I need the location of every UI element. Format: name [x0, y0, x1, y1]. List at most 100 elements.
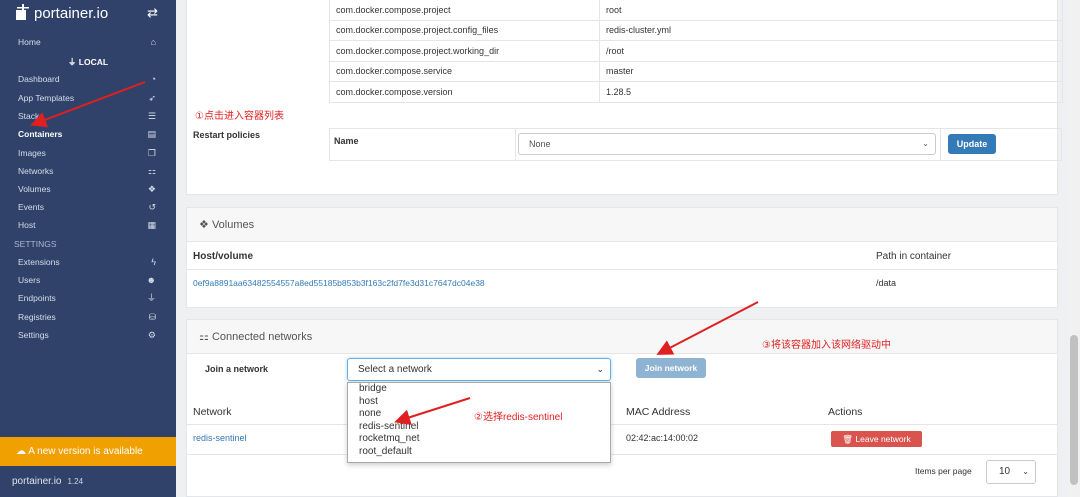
restart-policy-form: Name None ⌄ Update: [329, 128, 1062, 161]
column-header-actions: Actions: [828, 406, 863, 418]
table-row: com.docker.compose.project.working_dir/r…: [329, 40, 1063, 62]
restart-policy-select[interactable]: None ⌄: [518, 133, 936, 155]
chevron-down-icon: ⌄: [596, 364, 604, 374]
portainer-logo-icon: [16, 4, 29, 20]
portainer-logo[interactable]: portainer.io: [14, 2, 108, 22]
label-value: redis-cluster.yml: [599, 19, 1063, 41]
sidebar-item-host[interactable]: Host ▦: [0, 216, 176, 234]
network-select-value: Select a network: [358, 364, 432, 375]
logo-text: portainer.io: [34, 5, 109, 22]
sidebar-item-users[interactable]: Users ☻: [0, 271, 176, 289]
sidebar-item-label: Stacks: [18, 111, 44, 121]
column-header-mac: MAC Address: [626, 406, 691, 418]
leave-network-button[interactable]: 🗑 Leave network: [831, 431, 922, 447]
annotation-step2: ②选择redis-sentinel: [474, 412, 563, 423]
update-button[interactable]: Update: [948, 134, 996, 154]
networks-title: Connected networks: [211, 331, 313, 343]
sidebar-item-dashboard[interactable]: Dashboard ◔: [0, 70, 176, 88]
network-option[interactable]: root_default: [348, 446, 610, 459]
sidebar-item-app-templates[interactable]: App Templates ➶: [0, 89, 176, 107]
table-row: com.docker.compose.service master: [329, 60, 1063, 82]
column-header-host-volume: Host/volume: [193, 251, 254, 262]
volumes-panel: ❖ Volumes Host/volume Path in container …: [186, 207, 1058, 308]
divider: [187, 424, 1057, 425]
sidebar-item-extensions[interactable]: Extensions ϟ: [0, 253, 176, 271]
label-key: com.docker.compose.version: [329, 81, 600, 103]
sidebar-item-containers[interactable]: Containers ▤: [0, 125, 176, 143]
label-key: com.docker.compose.service: [329, 60, 600, 82]
tachometer-icon: ◔: [150, 74, 156, 84]
volumes-header: ❖ Volumes: [187, 208, 1057, 242]
sidebar-item-registries[interactable]: Registries ⛁: [0, 308, 176, 326]
restart-policies-label: Restart policies: [193, 130, 261, 140]
update-banner[interactable]: ☁ A new version is available: [0, 437, 176, 466]
sidebar-item-home[interactable]: Home ⌂: [0, 33, 176, 51]
sidebar-item-label: Settings: [18, 330, 49, 340]
chevron-down-icon: ⌄: [922, 139, 929, 148]
sidebar-item-events[interactable]: Events ↺: [0, 198, 176, 216]
sidebar-item-volumes[interactable]: Volumes ❖: [0, 180, 176, 198]
divider: [187, 454, 1057, 455]
sidebar-item-stacks[interactable]: Stacks ☰: [0, 107, 176, 125]
sidebar-footer: portainer.io 1.24: [12, 468, 83, 489]
clone-icon: ❐: [147, 148, 156, 158]
divider: [515, 129, 516, 160]
items-per-page-select[interactable]: 10 ⌄: [986, 460, 1036, 484]
network-select[interactable]: Select a network ⌄: [347, 358, 611, 381]
history-icon: ↺: [148, 202, 156, 212]
sidebar-item-networks[interactable]: Networks ⚏: [0, 162, 176, 180]
sidebar: portainer.io ⇄ Home ⌂ ⏚ LOCAL Dashboard …: [0, 0, 176, 497]
sitemap-icon: ⚏: [199, 331, 209, 343]
sidebar-item-images[interactable]: Images ❐: [0, 144, 176, 162]
label-value: 1.28.5: [599, 81, 1063, 103]
sidebar-item-label: Endpoints: [18, 293, 56, 303]
exchange-icon[interactable]: ⇄: [147, 5, 158, 21]
labels-table: com.docker.compose.project root com.docke…: [329, 0, 1063, 103]
network-option[interactable]: host: [348, 396, 610, 409]
update-banner-text: A new version is available: [28, 446, 143, 457]
annotation-step1: ①点击进入容器列表: [195, 111, 284, 122]
network-link[interactable]: redis-sentinel: [193, 433, 247, 443]
sidebar-item-label: Extensions: [18, 257, 60, 267]
endpoint-name: LOCAL: [78, 57, 109, 67]
mac-address: 02:42:ac:14:00:02: [626, 433, 699, 443]
sitemap-icon: ⚏: [147, 166, 156, 176]
users-icon: ☻: [146, 275, 156, 285]
list-icon: ☰: [147, 111, 156, 121]
chevron-down-icon: ⌄: [1022, 467, 1029, 476]
sidebar-item-label: Networks: [18, 166, 54, 176]
network-option[interactable]: rocketmq_net: [348, 433, 610, 446]
scrollbar[interactable]: [1068, 0, 1080, 497]
label-key: com.docker.compose.project.working_dir: [329, 40, 600, 62]
leave-network-label: Leave network: [855, 434, 911, 444]
plug-icon: ⏚: [146, 293, 156, 303]
join-network-button[interactable]: Join network: [636, 358, 706, 378]
database-icon: ⛁: [148, 312, 156, 322]
sidebar-item-label: Images: [18, 148, 46, 158]
column-header-network: Network: [193, 406, 232, 418]
endpoint-label: ⏚ LOCAL: [0, 56, 176, 68]
footer-version: 1.24: [67, 477, 84, 486]
label-value: /root: [599, 40, 1063, 62]
cloud-download-icon: ☁: [16, 446, 26, 457]
home-icon: ⌂: [150, 37, 156, 47]
sidebar-item-label: App Templates: [18, 93, 75, 103]
trash-icon: 🗑: [842, 434, 854, 444]
container-details-panel: com.docker.compose.project root com.docke…: [186, 0, 1063, 195]
sidebar-item-label: Volumes: [18, 184, 51, 194]
sidebar-item-settings[interactable]: Settings ⚙: [0, 326, 176, 344]
network-option[interactable]: bridge: [348, 383, 610, 396]
cogs-icon: ⚙: [147, 330, 156, 340]
sidebar-item-label: Host: [18, 220, 36, 230]
footer-logo: portainer.io: [12, 476, 62, 487]
volume-link[interactable]: 0ef9a8891aa63482554557a8ed55185b853b3f16…: [193, 278, 485, 288]
items-per-page-label: Items per page: [915, 466, 972, 476]
items-per-page-value: 10: [999, 466, 1011, 477]
scrollbar-thumb[interactable]: [1070, 335, 1078, 485]
sidebar-item-label: Registries: [18, 312, 56, 322]
volumes-title: Volumes: [211, 219, 255, 231]
sidebar-item-endpoints[interactable]: Endpoints ⏚: [0, 289, 176, 307]
cubes-icon: ❖: [199, 219, 209, 231]
sidebar-item-label: Containers: [18, 129, 63, 139]
table-row: com.docker.compose.version 1.28.5: [329, 81, 1063, 103]
